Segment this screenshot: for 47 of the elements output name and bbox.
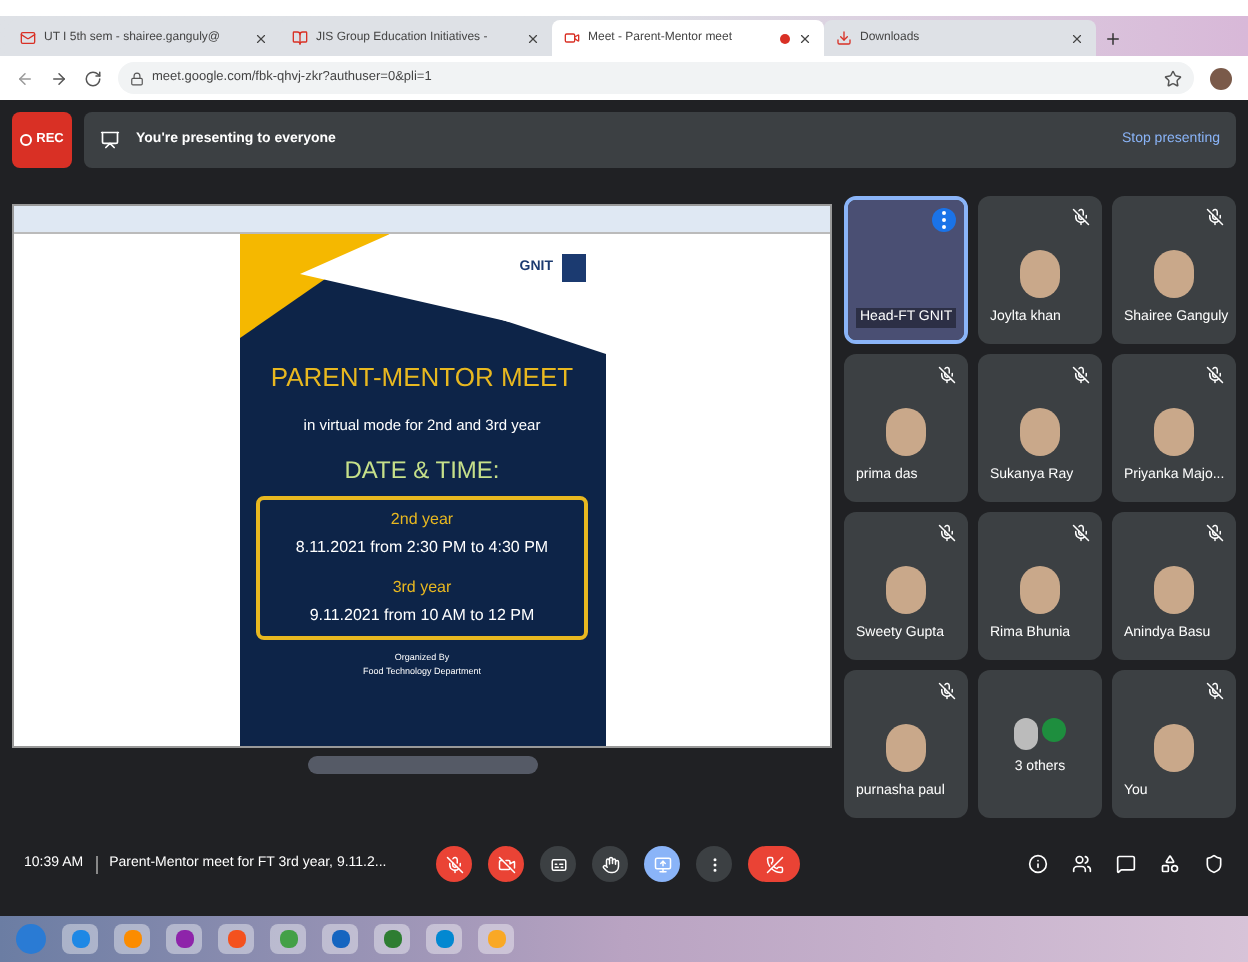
video-placeholder xyxy=(848,200,964,340)
year-label: 2nd year xyxy=(390,507,454,532)
activities-icon[interactable] xyxy=(1160,854,1180,874)
new-tab-icon[interactable] xyxy=(1104,30,1122,48)
close-icon[interactable] xyxy=(798,31,812,45)
forward-icon[interactable] xyxy=(50,69,68,87)
record-icon xyxy=(20,134,33,146)
people-icon[interactable] xyxy=(1072,854,1092,874)
mic-button[interactable] xyxy=(436,846,473,882)
schedule-time: 8.11.2021 from 2:30 PM to 4:30 PM xyxy=(295,535,549,560)
camera-icon xyxy=(497,855,516,873)
taskbar-app-icon[interactable] xyxy=(374,924,410,954)
taskbar-app-icon[interactable] xyxy=(166,924,202,954)
star-icon[interactable] xyxy=(1164,69,1182,87)
tab-icon xyxy=(564,30,580,46)
poster-heading: DATE & TIME: xyxy=(344,453,500,488)
more-button[interactable] xyxy=(696,846,733,882)
mic-icon xyxy=(445,855,464,873)
tab-icon xyxy=(836,30,852,46)
hand-icon xyxy=(601,855,620,873)
year-label: 3rd year xyxy=(392,575,452,600)
taskbar-app-icon[interactable] xyxy=(322,924,358,954)
present-button[interactable] xyxy=(644,846,681,882)
poster-title: PARENT-MENTOR MEET xyxy=(270,360,574,396)
schedule-time: 9.11.2021 from 10 AM to 12 PM xyxy=(309,603,535,628)
camera-button[interactable] xyxy=(488,846,525,882)
close-icon[interactable] xyxy=(1070,31,1084,45)
back-icon[interactable] xyxy=(16,69,34,87)
tab-icon xyxy=(292,30,308,46)
chat-icon[interactable] xyxy=(1116,854,1136,874)
safety-icon[interactable] xyxy=(1204,854,1224,874)
lock-icon xyxy=(130,71,144,85)
close-icon[interactable] xyxy=(254,31,268,45)
close-icon[interactable] xyxy=(526,31,540,45)
tab-icon xyxy=(20,30,36,46)
reload-icon[interactable] xyxy=(84,69,102,87)
leave-icon xyxy=(765,855,784,873)
profile-avatar[interactable] xyxy=(1210,67,1232,89)
captions-button[interactable] xyxy=(540,846,577,882)
info-icon[interactable] xyxy=(1028,854,1048,874)
present-icon xyxy=(100,130,120,150)
hand-button[interactable] xyxy=(592,846,629,882)
start-button[interactable] xyxy=(16,924,46,954)
leave-button[interactable] xyxy=(748,846,801,882)
captions-icon xyxy=(549,855,568,873)
present-icon xyxy=(653,855,672,873)
logo-icon xyxy=(561,254,585,282)
